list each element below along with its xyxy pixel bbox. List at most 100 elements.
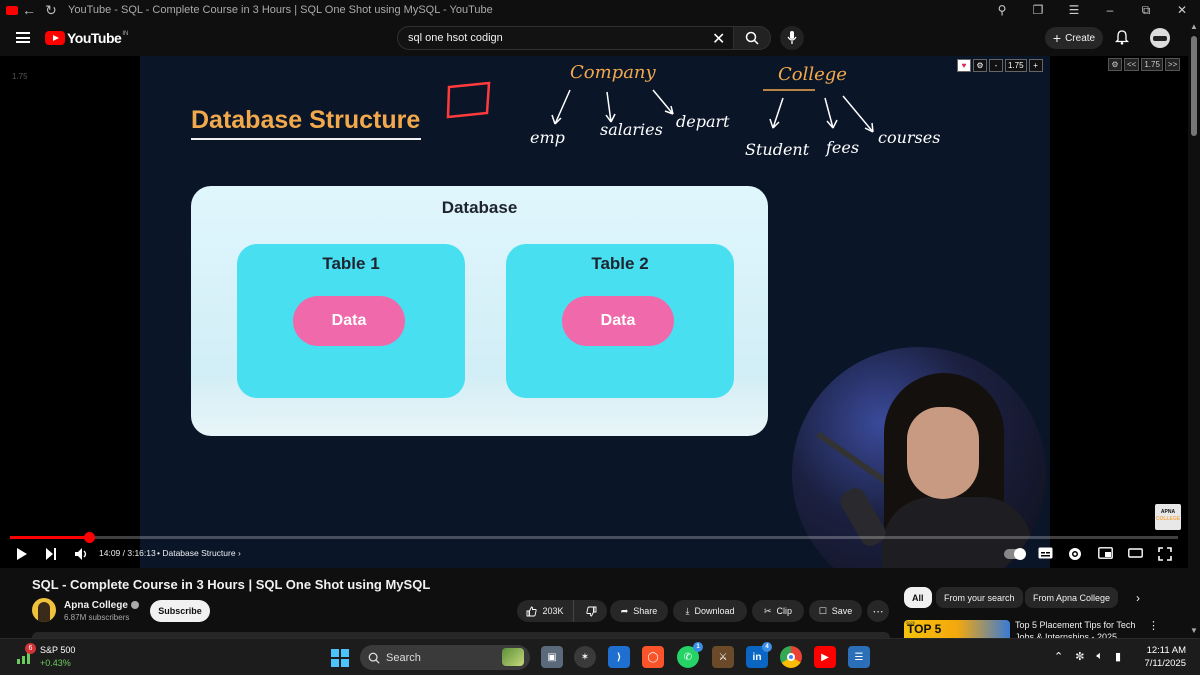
- autoplay-toggle[interactable]: [1004, 548, 1026, 560]
- mysql-workbench-icon[interactable]: ☰: [848, 646, 870, 668]
- youtube-logo[interactable]: YouTube IN: [45, 30, 128, 46]
- play-icon[interactable]: [16, 547, 28, 561]
- reload-icon[interactable]: ↻: [40, 2, 62, 19]
- page-scrollbar[interactable]: ▲ ▼: [1188, 20, 1200, 638]
- taskbar-search[interactable]: Search: [360, 645, 530, 670]
- chapter-title[interactable]: • Database Structure ›: [157, 548, 241, 558]
- speaker-icon[interactable]: 🔈︎: [1096, 650, 1103, 663]
- video-player[interactable]: 1.75 Database Structure Company emp sala…: [0, 56, 1188, 568]
- pen-plus-button[interactable]: +: [1028, 59, 1043, 72]
- share-button[interactable]: ➦ Share: [610, 600, 668, 622]
- annotation-company: Company: [570, 62, 656, 83]
- wifi-icon[interactable]: ✼: [1075, 650, 1084, 663]
- table-box-2: Table 2 Data: [506, 244, 734, 398]
- speed-prev-button[interactable]: <<: [1124, 58, 1140, 71]
- chips-next-chevron-icon[interactable]: ›: [1136, 591, 1140, 605]
- chip-all[interactable]: All: [904, 587, 932, 608]
- speed-next-button[interactable]: >>: [1164, 58, 1181, 71]
- settings-gear-icon[interactable]: [1068, 547, 1082, 561]
- scroll-down-icon[interactable]: ▼: [1190, 626, 1198, 635]
- speed-readout: 1.75: [1141, 58, 1163, 71]
- video-title: SQL - Complete Course in 3 Hours | SQL O…: [32, 577, 431, 592]
- windows-start-icon[interactable]: [331, 649, 349, 667]
- linkedin-badge: 4: [762, 642, 772, 652]
- clip-button[interactable]: ✂ Clip: [752, 600, 804, 622]
- table-box-1: Table 1 Data: [237, 244, 465, 398]
- search-button[interactable]: [733, 26, 771, 50]
- battery-icon[interactable]: ▮: [1115, 650, 1121, 663]
- chrome-browser-icon[interactable]: [780, 646, 802, 668]
- chip-from-your-search[interactable]: From your search: [936, 587, 1023, 608]
- clock-time: 12:11 AM: [1146, 645, 1186, 656]
- clear-search-icon[interactable]: ✕: [712, 29, 725, 49]
- account-avatar[interactable]: [1150, 28, 1170, 48]
- pen-toolbar: ♥ ⚙ - 1.75 +: [957, 59, 1043, 72]
- brave-browser-icon[interactable]: ◯: [642, 646, 664, 668]
- task-view-icon[interactable]: ▣: [541, 646, 563, 668]
- show-hidden-icons-chevron-icon[interactable]: ⌃: [1054, 650, 1063, 663]
- slide-title-underline: [191, 138, 421, 140]
- whatsapp-app-icon[interactable]: ✆ 1: [677, 642, 703, 668]
- browser-titlebar: ← ↻ YouTube - SQL - Complete Course in 3…: [0, 0, 1200, 20]
- zoom-search-icon[interactable]: ⚲: [984, 3, 1020, 17]
- clip-label: Clip: [776, 606, 793, 616]
- youtube-header: YouTube IN sql one hsot codign ✕ + Creat…: [0, 20, 1200, 56]
- minimize-icon[interactable]: –: [1092, 3, 1128, 17]
- watermark-line2: COLLEGE: [1155, 516, 1181, 522]
- channel-avatar[interactable]: [32, 598, 56, 622]
- chatgpt-app-icon[interactable]: ✶: [574, 646, 596, 668]
- next-video-icon[interactable]: [45, 547, 57, 561]
- save-button[interactable]: ☐ Save: [809, 600, 862, 622]
- miniplayer-icon[interactable]: [1098, 547, 1113, 559]
- dislike-button[interactable]: [575, 600, 607, 622]
- pen-settings-icon[interactable]: ⚙: [973, 59, 987, 72]
- more-actions-icon[interactable]: ⋯: [867, 600, 889, 622]
- search-input[interactable]: sql one hsot codign: [397, 26, 735, 50]
- extensions-icon[interactable]: ❐: [1020, 3, 1056, 17]
- youtube-app-icon[interactable]: ▶: [814, 646, 836, 668]
- channel-name[interactable]: Apna College: [64, 600, 139, 611]
- scroll-thumb[interactable]: [1191, 36, 1197, 136]
- voice-search-button[interactable]: [780, 26, 804, 50]
- progress-bar[interactable]: [10, 532, 1178, 543]
- taskbar-clock[interactable]: 12:11 AM 7/11/2025: [1140, 644, 1186, 670]
- channel-watermark[interactable]: APNA COLLEGE: [1155, 504, 1181, 530]
- volume-icon[interactable]: [74, 547, 89, 561]
- game-app-icon[interactable]: ⚔: [712, 646, 734, 668]
- vscode-app-icon[interactable]: ⟩: [608, 646, 630, 668]
- annotation-depart: depart: [676, 112, 730, 131]
- linkedin-app-icon[interactable]: in 4: [746, 642, 772, 668]
- window-controls: ⚲ ❐ ☰ – ⧉ ✕: [984, 0, 1200, 20]
- scroll-up-icon[interactable]: ▲: [1190, 22, 1198, 31]
- notifications-bell-icon[interactable]: [1114, 30, 1130, 50]
- channel-name-text: Apna College: [64, 600, 128, 611]
- bookmark-icon: ☐: [818, 605, 827, 616]
- back-arrow-icon[interactable]: ←: [18, 2, 40, 18]
- fullscreen-icon[interactable]: [1158, 547, 1172, 561]
- download-button[interactable]: ⤓ Download: [673, 600, 747, 622]
- like-button[interactable]: 203K: [517, 600, 574, 622]
- system-tray: ⌃ ✼ 🔈︎ ▮: [1054, 650, 1121, 663]
- college-arrows: [763, 89, 874, 133]
- theater-mode-icon[interactable]: [1128, 547, 1143, 559]
- guide-menu-icon[interactable]: [16, 32, 30, 43]
- recommendation-thumbnail[interactable]: 2025 TOP 5: [904, 620, 1010, 638]
- subscribe-button[interactable]: Subscribe: [150, 600, 210, 622]
- pen-minus-button[interactable]: -: [989, 59, 1003, 72]
- speed-settings-icon[interactable]: ⚙: [1108, 58, 1122, 71]
- heart-color-icon[interactable]: ♥: [957, 59, 971, 72]
- recommendation-title[interactable]: Top 5 Placement Tips for Tech Jobs & Int…: [1015, 619, 1145, 638]
- close-window-icon[interactable]: ✕: [1164, 3, 1200, 17]
- chip-from-apna-college[interactable]: From Apna College: [1025, 587, 1119, 608]
- recommendation-menu-icon[interactable]: ⋮: [1148, 619, 1159, 632]
- download-label: Download: [694, 606, 735, 616]
- stock-name[interactable]: S&P 500: [40, 645, 75, 655]
- database-box: Database Table 1 Data Table 2 Data: [191, 186, 768, 436]
- watermark-line1: APNA: [1160, 509, 1176, 515]
- browser-menu-icon[interactable]: ☰: [1056, 3, 1092, 17]
- subtitles-icon[interactable]: [1038, 547, 1053, 559]
- search-icon: [745, 31, 759, 45]
- restore-icon[interactable]: ⧉: [1128, 3, 1164, 18]
- drawn-rectangle-annotation: [446, 81, 491, 119]
- create-button[interactable]: + Create: [1045, 27, 1103, 49]
